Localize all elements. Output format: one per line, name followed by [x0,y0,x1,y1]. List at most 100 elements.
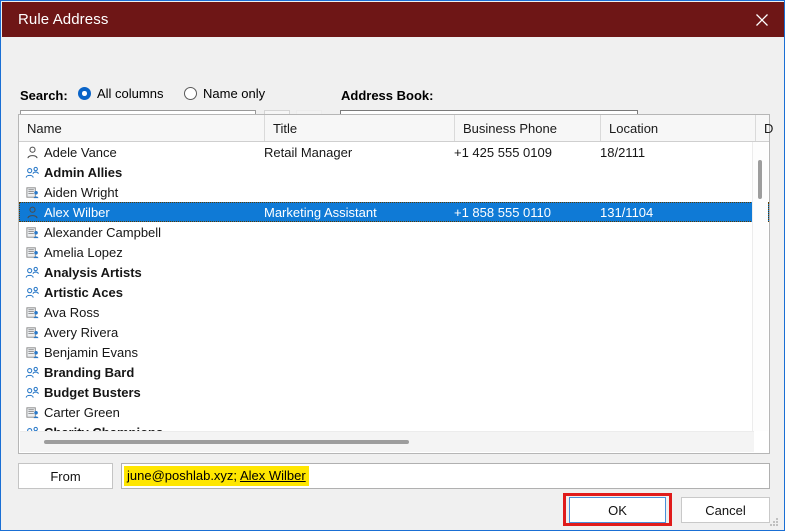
table-row[interactable]: Budget Busters [19,382,769,402]
row-name-cell: Admin Allies [25,162,275,182]
column-header-label: D [764,120,774,136]
column-header[interactable]: Location [600,115,755,141]
row-phone-cell: +1 858 555 0110 [454,204,551,220]
row-phone-cell [454,282,599,302]
row-name-label: Analysis Artists [44,264,142,280]
recipients-link[interactable]: Alex Wilber [240,468,306,483]
vertical-scrollbar[interactable] [752,142,768,431]
room-icon [25,185,40,200]
row-name-cell: Artistic Aces [25,282,275,302]
resize-grip-icon[interactable] [768,515,780,527]
row-title-cell [264,222,464,242]
row-title-cell [264,342,464,362]
row-phone-cell [454,222,599,242]
radio-name-only-label: Name only [203,86,266,101]
ok-button[interactable]: OK [569,497,666,523]
table-row[interactable]: Alexander Campbell [19,222,769,242]
row-title-cell [264,362,464,382]
row-location-cell [600,382,740,402]
table-row[interactable]: Benjamin Evans [19,342,769,362]
row-phone-cell [454,302,599,322]
row-title-cell: Retail Manager [264,144,353,160]
table-row[interactable]: Carter Green [19,402,769,422]
row-location-cell [600,282,740,302]
column-header[interactable]: Business Phone [454,115,600,141]
row-name-label: Branding Bard [44,364,135,380]
row-name-label: Admin Allies [44,164,123,180]
address-book-label: Address Book: [341,88,434,103]
row-title-cell [264,162,464,182]
table-row[interactable]: Ava Ross [19,302,769,322]
table-row[interactable]: Admin Allies [19,162,769,182]
row-name-label: Benjamin Evans [44,344,138,360]
radio-all-columns[interactable]: All columns [78,86,163,101]
row-title-cell: Marketing Assistant [264,204,377,220]
room-icon [25,345,40,360]
row-location-cell [600,302,740,322]
radio-name-only[interactable]: Name only [184,86,265,101]
close-icon[interactable] [739,2,784,37]
column-header[interactable]: Name [19,115,264,141]
row-phone-cell [454,242,599,262]
horizontal-scrollbar[interactable] [20,431,754,452]
table-row[interactable]: Avery Rivera [19,322,769,342]
row-phone-cell [454,162,599,182]
column-header-label: Name [27,120,62,136]
cancel-button[interactable]: Cancel [681,497,770,523]
group-icon [25,265,40,280]
table-row[interactable]: Analysis Artists [19,262,769,282]
row-name-cell: Carter Green [25,402,275,422]
row-name-label: Carter Green [44,404,120,420]
from-recipients-field[interactable]: june@poshlab.xyz; Alex Wilber [121,463,770,489]
room-icon [25,305,40,320]
group-icon [25,285,40,300]
row-location-cell [600,182,740,202]
table-row[interactable]: Amelia Lopez [19,242,769,262]
column-header-label: Title [273,120,298,136]
row-title-cell [264,302,464,322]
row-name-label: Alex Wilber [44,204,110,220]
table-row[interactable]: Artistic Aces [19,282,769,302]
row-phone-cell [454,322,599,342]
row-name-cell: Adele Vance [25,142,275,162]
row-name-label: Amelia Lopez [44,244,123,260]
row-phone-cell [454,402,599,422]
row-name-label: Alexander Campbell [44,224,162,240]
row-location-cell: 18/2111 [600,144,646,160]
row-name-cell: Alex Wilber [25,202,275,222]
rule-address-dialog: Rule Address Search: All columns Name on… [0,0,785,531]
group-icon [25,385,40,400]
row-location-cell: 131/1104 [600,204,654,220]
row-name-label: Adele Vance [44,144,117,160]
list-header: Name Title Business Phone Location D [19,115,774,142]
row-phone-cell: +1 425 555 0109 [454,144,552,160]
table-row[interactable]: Branding Bard [19,362,769,382]
radio-name-only-indicator [184,87,197,100]
row-title-cell [264,282,464,302]
row-name-label: Aiden Wright [44,184,119,200]
room-icon [25,405,40,420]
table-row[interactable]: Adele Vance Retail Manager +1 425 555 0109… [19,142,769,162]
row-location-cell [600,222,740,242]
room-icon [25,225,40,240]
row-name-cell: Benjamin Evans [25,342,275,362]
room-icon [25,245,40,260]
column-header[interactable]: Title [264,115,454,141]
row-location-cell [600,342,740,362]
search-label: Search: [20,88,68,103]
row-name-cell: Budget Busters [25,382,275,402]
column-header[interactable]: D [755,115,774,141]
table-row[interactable]: Aiden Wright [19,182,769,202]
row-title-cell [264,182,464,202]
from-button[interactable]: From [18,463,113,489]
horizontal-scrollbar-thumb[interactable] [44,440,409,444]
row-phone-cell [454,262,599,282]
row-phone-cell [454,382,599,402]
page-title: Rule Address [18,11,109,28]
row-location-cell [600,402,740,422]
row-location-cell [600,322,740,342]
row-title-cell [264,262,464,282]
vertical-scrollbar-thumb[interactable] [758,160,762,199]
table-row[interactable]: Alex Wilber Marketing Assistant +1 858 555… [19,202,769,222]
row-name-cell: Alexander Campbell [25,222,275,242]
